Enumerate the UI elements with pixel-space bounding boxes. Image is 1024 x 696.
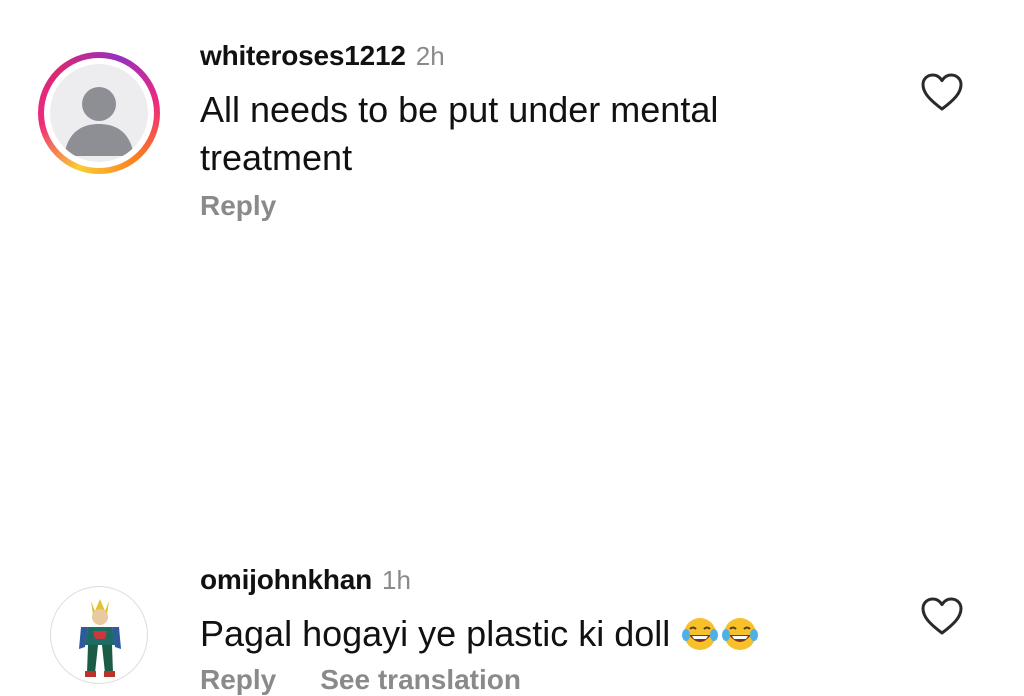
heart-icon[interactable] [920,596,964,636]
avatar[interactable] [50,586,148,684]
comment-text: Pagal hogayi ye plastic ki doll [200,610,840,664]
laughing-emoji-icon [720,616,760,664]
reply-button[interactable]: Reply [200,664,276,696]
comment-username[interactable]: whiteroses1212 [200,40,406,72]
comment-text-body: Pagal hogayi ye plastic ki doll [200,613,671,654]
comment-item: omijohnkhan 1h Pagal hogayi ye plastic k… [0,270,1024,695]
comment-time: 1h [382,565,411,595]
comment-time: 2h [415,41,445,71]
profile-picture [50,586,148,684]
comment-item: whiteroses1212 2h All needs to be put un… [0,0,1024,250]
comment-text: All needs to be put under mental treatme… [200,89,719,178]
heart-icon[interactable] [920,72,964,112]
laughing-emoji-icon [680,616,720,664]
default-avatar-icon [50,64,148,162]
see-translation-button[interactable]: See translation [320,664,521,696]
reply-button[interactable]: Reply [200,190,276,222]
comment-username[interactable]: omijohnkhan [200,564,372,596]
avatar[interactable] [38,52,160,174]
